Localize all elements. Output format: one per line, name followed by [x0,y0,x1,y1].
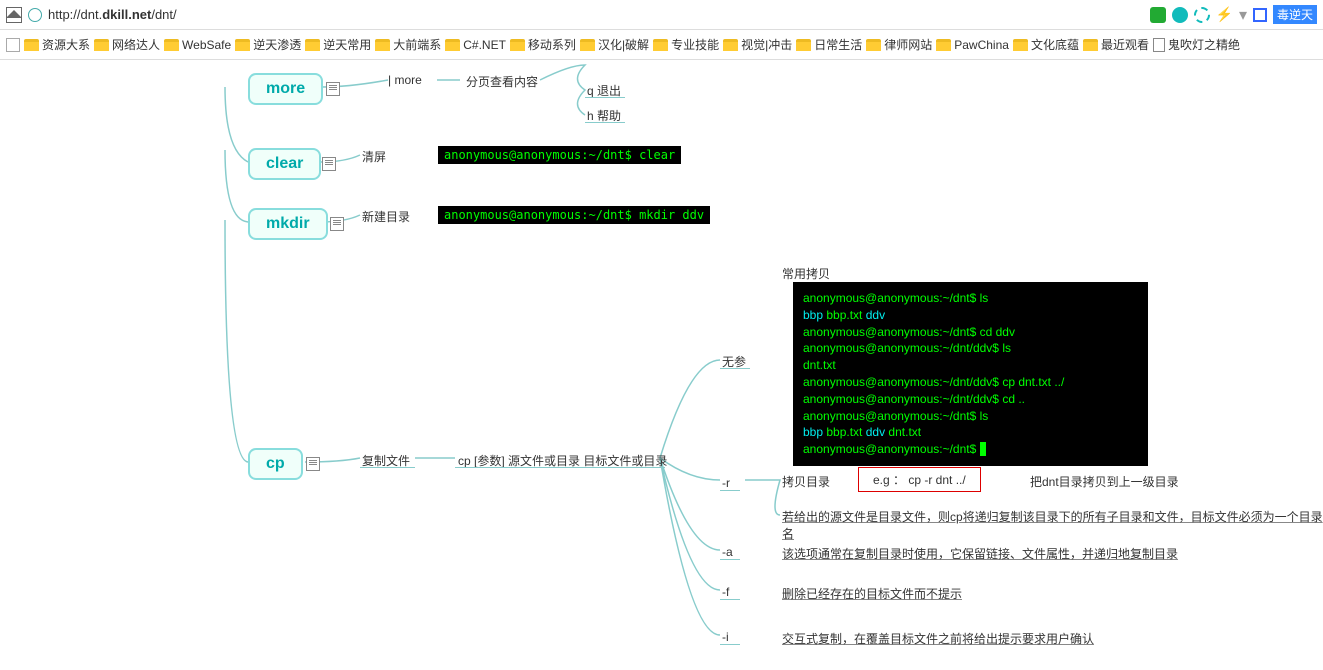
folder-icon [375,39,390,51]
folder-icon [796,39,811,51]
url-prefix: http://dnt. [48,7,102,22]
shield-icon[interactable] [1150,7,1166,23]
bookmark-item[interactable]: WebSafe [164,38,231,52]
doc-icon [1153,38,1165,52]
bookmark-item[interactable]: 资源大系 [24,36,90,53]
folder-icon [653,39,668,51]
url-host: dkill.net [102,7,151,22]
cp-a-flag: -a [722,545,733,559]
folder-icon [305,39,320,51]
folder-icon [445,39,460,51]
folder-icon [936,39,951,51]
paw-icon[interactable] [1253,8,1267,22]
cp-i-flag: -i [722,630,729,644]
clear-col1: 清屏 [362,148,386,165]
bookmark-item[interactable]: 文化底蕴 [1013,36,1079,53]
folder-icon [24,39,39,51]
bookmark-item[interactable]: 汉化|破解 [580,36,649,53]
node-cp[interactable]: cp [248,448,303,480]
bookmark-menu-icon[interactable] [6,38,20,52]
cp-noarg-title: 常用拷贝 [782,265,830,282]
bookmark-item[interactable]: 最近观看 [1083,36,1149,53]
cp-i-desc: 交互式复制，在覆盖目标文件之前将给出提示要求用户确认 [782,630,1094,647]
bookmark-item[interactable]: 日常生活 [796,36,862,53]
cp-r-desc: 若给出的源文件是目录文件，则cp将递归复制该目录下的所有子目录和文件，目标文件必… [782,508,1323,542]
folder-icon [510,39,525,51]
cp-r-right: 把dnt目录拷贝到上一级目录 [1030,473,1179,490]
more-col1: | more [388,73,422,87]
cp-r-title: 拷贝目录 [782,473,830,490]
note-icon[interactable] [330,217,344,231]
home-icon[interactable] [6,7,22,23]
cp-a-desc: 该选项通常在复制目录时使用，它保留链接、文件属性，并递归地复制目录 [782,545,1178,562]
folder-icon [94,39,109,51]
folder-icon [164,39,179,51]
terminal-box: anonymous@anonymous:~/dnt$ ls bbp bbp.tx… [793,282,1148,466]
folder-icon [866,39,881,51]
address-bar: http://dnt.dkill.net/dnt/ ⚡ ▾ 毒逆天 [0,0,1323,30]
url-path: /dnt/ [151,7,176,22]
bookmark-item[interactable]: 移动系列 [510,36,576,53]
bookmark-item[interactable]: 网络达人 [94,36,160,53]
mindmap-canvas[interactable]: more | more 分页查看内容 q 退出 h 帮助 clear 清屏 an… [0,60,1323,670]
bolt-icon[interactable]: ⚡ [1216,6,1233,23]
gear-icon[interactable] [1194,7,1210,23]
folder-icon [723,39,738,51]
blue-tag[interactable]: 毒逆天 [1273,5,1317,24]
url-field[interactable]: http://dnt.dkill.net/dnt/ [48,7,1144,22]
bookmark-item[interactable]: C#.NET [445,38,506,52]
node-more[interactable]: more [248,73,323,105]
more-col2: 分页查看内容 [466,73,538,90]
bookmark-item[interactable]: 逆天常用 [305,36,371,53]
bookmark-item[interactable]: 视觉|冲击 [723,36,792,53]
bookmarks-bar: 资源大系 网络达人 WebSafe 逆天渗透 逆天常用 大前端系 C#.NET … [0,30,1323,60]
cp-f-desc: 删除已经存在的目标文件而不提示 [782,585,962,602]
circle-icon[interactable] [1172,7,1188,23]
mkdir-terminal: anonymous@anonymous:~/dnt$ mkdir ddv [438,206,710,224]
bookmark-item[interactable]: 逆天渗透 [235,36,301,53]
folder-icon [1013,39,1028,51]
folder-icon [580,39,595,51]
bookmark-item[interactable]: 鬼吹灯之精绝 [1153,36,1240,53]
mkdir-col1: 新建目录 [362,208,410,225]
note-icon[interactable] [322,157,336,171]
folder-icon [1083,39,1098,51]
node-mkdir[interactable]: mkdir [248,208,328,240]
clear-terminal: anonymous@anonymous:~/dnt$ clear [438,146,681,164]
bookmark-item[interactable]: PawChina [936,38,1009,52]
folder-icon [235,39,250,51]
bookmark-item[interactable]: 大前端系 [375,36,441,53]
cp-f-flag: -f [722,585,729,599]
note-icon[interactable] [306,457,320,471]
cp-r-flag: -r [722,476,730,490]
bookmark-item[interactable]: 律师网站 [866,36,932,53]
note-icon[interactable] [326,82,340,96]
bookmark-item[interactable]: 专业技能 [653,36,719,53]
cp-r-example: e.g ： cp -r dnt ../ [858,467,981,492]
node-clear[interactable]: clear [248,148,321,180]
globe-icon [28,8,42,22]
